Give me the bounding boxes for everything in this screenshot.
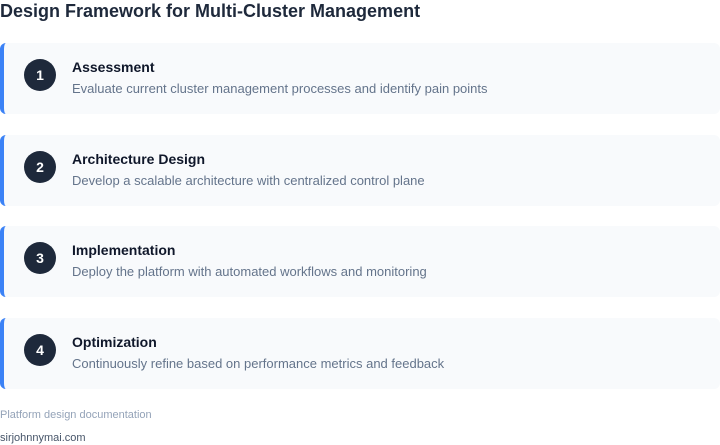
- step-card-assessment: 1 Assessment Evaluate current cluster ma…: [0, 43, 720, 114]
- diagram-title: Design Framework for Multi-Cluster Manag…: [0, 1, 421, 21]
- step-card-architecture-design: 2 Architecture Design Develop a scalable…: [0, 134, 720, 206]
- step-card-implementation: 3 Implementation Deploy the platform wit…: [0, 226, 720, 297]
- steps-list: 1 Assessment Evaluate current cluster ma…: [0, 43, 720, 409]
- step-title: Implementation: [72, 242, 176, 258]
- step-title: Architecture Design: [72, 150, 206, 167]
- step-description: Evaluate current cluster management proc…: [72, 81, 488, 96]
- step-number-badge: 1: [24, 59, 56, 91]
- step-description: Develop a scalable architecture with cen…: [72, 172, 425, 188]
- step-description: Deploy the platform with automated workf…: [72, 264, 427, 279]
- step-number-badge: 4: [24, 333, 56, 366]
- page: Design Framework for Multi-Cluster Manag…: [0, 0, 720, 445]
- step-number-badge: 3: [24, 242, 56, 274]
- step-title: Assessment: [72, 59, 155, 75]
- step-title: Optimization: [72, 333, 157, 350]
- step-description: Continuously refine based on performance…: [72, 355, 445, 371]
- caption-text: Platform design documentation: [0, 409, 152, 421]
- step-card-optimization: 4 Optimization Continuously refine based…: [0, 317, 720, 389]
- source-text: sirjohnnymai.com: [0, 432, 86, 444]
- step-number-badge: 2: [24, 150, 56, 183]
